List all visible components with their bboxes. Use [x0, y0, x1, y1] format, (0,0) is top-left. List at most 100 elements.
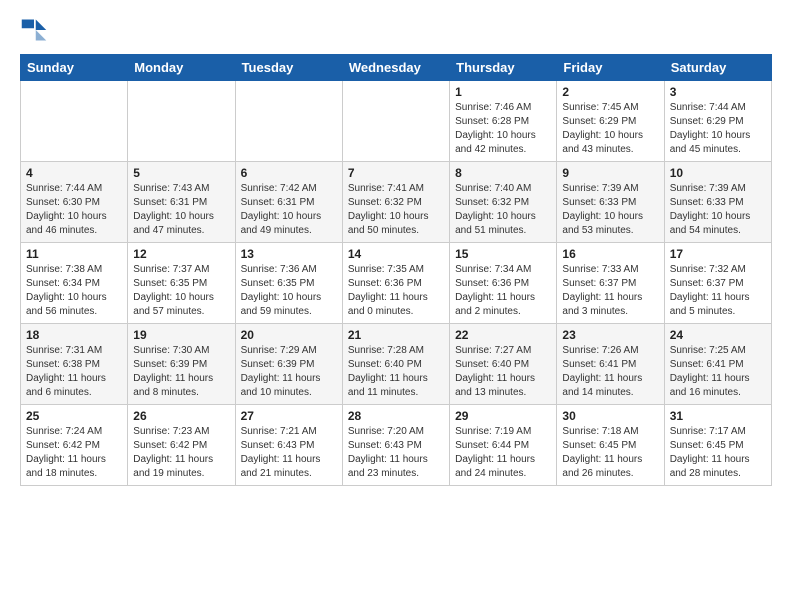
- week-row-3: 11 Sunrise: 7:38 AM Sunset: 6:34 PM Dayli…: [21, 243, 772, 324]
- col-header-wednesday: Wednesday: [342, 55, 449, 81]
- day-info: Sunrise: 7:44 AM Sunset: 6:29 PM Dayligh…: [670, 101, 766, 157]
- day-cell: 2 Sunrise: 7:45 AM Sunset: 6:29 PM Daylig…: [557, 81, 664, 162]
- day-number: 15: [455, 247, 551, 261]
- day-info: Sunrise: 7:45 AM Sunset: 6:29 PM Dayligh…: [562, 101, 658, 157]
- day-info: Sunrise: 7:25 AM Sunset: 6:41 PM Dayligh…: [670, 344, 766, 400]
- day-cell: 6 Sunrise: 7:42 AM Sunset: 6:31 PM Daylig…: [235, 162, 342, 243]
- day-number: 16: [562, 247, 658, 261]
- day-number: 26: [133, 409, 229, 423]
- week-row-5: 25 Sunrise: 7:24 AM Sunset: 6:42 PM Dayli…: [21, 405, 772, 486]
- day-number: 6: [241, 166, 337, 180]
- day-cell: 3Sunrise: 7:44 AM Sunset: 6:29 PM Daylig…: [664, 81, 771, 162]
- week-row-2: 4 Sunrise: 7:44 AM Sunset: 6:30 PM Daylig…: [21, 162, 772, 243]
- day-cell: 14 Sunrise: 7:35 AM Sunset: 6:36 PM Dayli…: [342, 243, 449, 324]
- day-info: Sunrise: 7:20 AM Sunset: 6:43 PM Dayligh…: [348, 425, 444, 481]
- day-cell: 27 Sunrise: 7:21 AM Sunset: 6:43 PM Dayli…: [235, 405, 342, 486]
- day-cell: 24 Sunrise: 7:25 AM Sunset: 6:41 PM Dayli…: [664, 324, 771, 405]
- day-info: Sunrise: 7:37 AM Sunset: 6:35 PM Dayligh…: [133, 263, 229, 319]
- day-number: 21: [348, 328, 444, 342]
- day-cell: [21, 81, 128, 162]
- day-info: Sunrise: 7:44 AM Sunset: 6:30 PM Dayligh…: [26, 182, 122, 238]
- day-cell: 8Sunrise: 7:40 AM Sunset: 6:32 PM Daylig…: [450, 162, 557, 243]
- day-cell: [342, 81, 449, 162]
- day-cell: [235, 81, 342, 162]
- day-info: Sunrise: 7:40 AM Sunset: 6:32 PM Dayligh…: [455, 182, 551, 238]
- day-number: 24: [670, 328, 766, 342]
- logo: [20, 16, 52, 44]
- day-number: 18: [26, 328, 122, 342]
- day-cell: 25 Sunrise: 7:24 AM Sunset: 6:42 PM Dayli…: [21, 405, 128, 486]
- day-number: 25: [26, 409, 122, 423]
- day-number: 29: [455, 409, 551, 423]
- day-info: Sunrise: 7:19 AM Sunset: 6:44 PM Dayligh…: [455, 425, 551, 481]
- day-info: Sunrise: 7:35 AM Sunset: 6:36 PM Dayligh…: [348, 263, 444, 319]
- header: [20, 16, 772, 44]
- day-info: Sunrise: 7:30 AM Sunset: 6:39 PM Dayligh…: [133, 344, 229, 400]
- day-info: Sunrise: 7:29 AM Sunset: 6:39 PM Dayligh…: [241, 344, 337, 400]
- day-number: 1: [455, 85, 551, 99]
- day-info: Sunrise: 7:21 AM Sunset: 6:43 PM Dayligh…: [241, 425, 337, 481]
- day-cell: 21Sunrise: 7:28 AM Sunset: 6:40 PM Dayli…: [342, 324, 449, 405]
- day-number: 7: [348, 166, 444, 180]
- day-cell: [128, 81, 235, 162]
- page: SundayMondayTuesdayWednesdayThursdayFrid…: [0, 0, 792, 502]
- week-row-4: 18 Sunrise: 7:31 AM Sunset: 6:38 PM Dayli…: [21, 324, 772, 405]
- day-info: Sunrise: 7:38 AM Sunset: 6:34 PM Dayligh…: [26, 263, 122, 319]
- day-cell: 18 Sunrise: 7:31 AM Sunset: 6:38 PM Dayli…: [21, 324, 128, 405]
- day-number: 17: [670, 247, 766, 261]
- calendar-table: SundayMondayTuesdayWednesdayThursdayFrid…: [20, 54, 772, 486]
- day-number: 11: [26, 247, 122, 261]
- day-info: Sunrise: 7:26 AM Sunset: 6:41 PM Dayligh…: [562, 344, 658, 400]
- day-cell: 7 Sunrise: 7:41 AM Sunset: 6:32 PM Daylig…: [342, 162, 449, 243]
- day-cell: 9 Sunrise: 7:39 AM Sunset: 6:33 PM Daylig…: [557, 162, 664, 243]
- day-cell: 4 Sunrise: 7:44 AM Sunset: 6:30 PM Daylig…: [21, 162, 128, 243]
- day-number: 12: [133, 247, 229, 261]
- day-cell: 20 Sunrise: 7:29 AM Sunset: 6:39 PM Dayli…: [235, 324, 342, 405]
- day-info: Sunrise: 7:41 AM Sunset: 6:32 PM Dayligh…: [348, 182, 444, 238]
- day-cell: 17 Sunrise: 7:32 AM Sunset: 6:37 PM Dayli…: [664, 243, 771, 324]
- day-cell: 16Sunrise: 7:33 AM Sunset: 6:37 PM Dayli…: [557, 243, 664, 324]
- day-info: Sunrise: 7:36 AM Sunset: 6:35 PM Dayligh…: [241, 263, 337, 319]
- day-info: Sunrise: 7:34 AM Sunset: 6:36 PM Dayligh…: [455, 263, 551, 319]
- day-info: Sunrise: 7:24 AM Sunset: 6:42 PM Dayligh…: [26, 425, 122, 481]
- day-info: Sunrise: 7:46 AM Sunset: 6:28 PM Dayligh…: [455, 101, 551, 157]
- day-number: 28: [348, 409, 444, 423]
- day-number: 5: [133, 166, 229, 180]
- day-cell: 13 Sunrise: 7:36 AM Sunset: 6:35 PM Dayli…: [235, 243, 342, 324]
- day-cell: 29 Sunrise: 7:19 AM Sunset: 6:44 PM Dayli…: [450, 405, 557, 486]
- day-number: 31: [670, 409, 766, 423]
- day-info: Sunrise: 7:39 AM Sunset: 6:33 PM Dayligh…: [670, 182, 766, 238]
- day-number: 13: [241, 247, 337, 261]
- week-row-1: 1 Sunrise: 7:46 AM Sunset: 6:28 PM Daylig…: [21, 81, 772, 162]
- day-number: 27: [241, 409, 337, 423]
- day-number: 23: [562, 328, 658, 342]
- day-cell: 11 Sunrise: 7:38 AM Sunset: 6:34 PM Dayli…: [21, 243, 128, 324]
- col-header-sunday: Sunday: [21, 55, 128, 81]
- day-cell: 26 Sunrise: 7:23 AM Sunset: 6:42 PM Dayli…: [128, 405, 235, 486]
- day-info: Sunrise: 7:39 AM Sunset: 6:33 PM Dayligh…: [562, 182, 658, 238]
- day-info: Sunrise: 7:18 AM Sunset: 6:45 PM Dayligh…: [562, 425, 658, 481]
- day-number: 20: [241, 328, 337, 342]
- day-cell: 28 Sunrise: 7:20 AM Sunset: 6:43 PM Dayli…: [342, 405, 449, 486]
- day-cell: 5Sunrise: 7:43 AM Sunset: 6:31 PM Daylig…: [128, 162, 235, 243]
- day-number: 30: [562, 409, 658, 423]
- day-number: 2: [562, 85, 658, 99]
- col-header-friday: Friday: [557, 55, 664, 81]
- day-info: Sunrise: 7:27 AM Sunset: 6:40 PM Dayligh…: [455, 344, 551, 400]
- day-info: Sunrise: 7:32 AM Sunset: 6:37 PM Dayligh…: [670, 263, 766, 319]
- day-cell: 1 Sunrise: 7:46 AM Sunset: 6:28 PM Daylig…: [450, 81, 557, 162]
- day-info: Sunrise: 7:42 AM Sunset: 6:31 PM Dayligh…: [241, 182, 337, 238]
- logo-icon: [20, 16, 48, 44]
- day-cell: 31 Sunrise: 7:17 AM Sunset: 6:45 PM Dayli…: [664, 405, 771, 486]
- day-number: 22: [455, 328, 551, 342]
- day-info: Sunrise: 7:17 AM Sunset: 6:45 PM Dayligh…: [670, 425, 766, 481]
- col-header-saturday: Saturday: [664, 55, 771, 81]
- col-header-tuesday: Tuesday: [235, 55, 342, 81]
- day-info: Sunrise: 7:31 AM Sunset: 6:38 PM Dayligh…: [26, 344, 122, 400]
- day-cell: 19Sunrise: 7:30 AM Sunset: 6:39 PM Dayli…: [128, 324, 235, 405]
- day-cell: 10Sunrise: 7:39 AM Sunset: 6:33 PM Dayli…: [664, 162, 771, 243]
- day-info: Sunrise: 7:23 AM Sunset: 6:42 PM Dayligh…: [133, 425, 229, 481]
- day-number: 14: [348, 247, 444, 261]
- day-number: 4: [26, 166, 122, 180]
- day-number: 9: [562, 166, 658, 180]
